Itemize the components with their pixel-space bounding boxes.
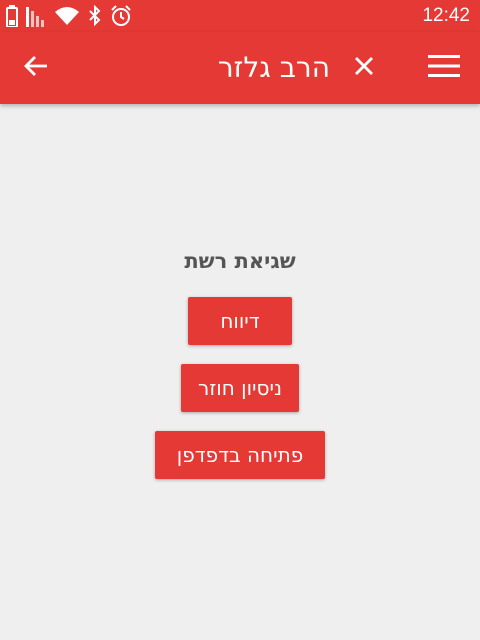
retry-button[interactable]: ניסיון חוזר — [181, 364, 299, 412]
battery-icon — [6, 5, 18, 27]
bluetooth-icon — [88, 5, 102, 27]
error-title: שגיאת רשת — [184, 249, 296, 273]
menu-button[interactable] — [422, 46, 466, 90]
close-button[interactable] — [342, 46, 386, 90]
report-button[interactable]: דיווח — [188, 297, 292, 345]
wifi-icon — [54, 5, 80, 27]
signal-icon — [26, 5, 46, 27]
hamburger-menu-icon — [428, 54, 460, 82]
status-time: 12:42 — [422, 5, 470, 26]
back-button[interactable] — [14, 46, 58, 90]
arrow-left-icon — [23, 54, 49, 82]
close-icon — [354, 56, 374, 80]
status-icons — [6, 4, 132, 28]
page-title: הרב גלזר — [217, 51, 330, 84]
status-bar: 12:42 — [0, 0, 480, 32]
alarm-icon — [110, 5, 132, 27]
error-content: שגיאת רשת דיווח ניסיון חוזר פתיחה בדפדפן — [0, 104, 480, 640]
app-bar: הרב גלזר — [0, 32, 480, 104]
open-in-browser-button[interactable]: פתיחה בדפדפן — [155, 431, 325, 479]
